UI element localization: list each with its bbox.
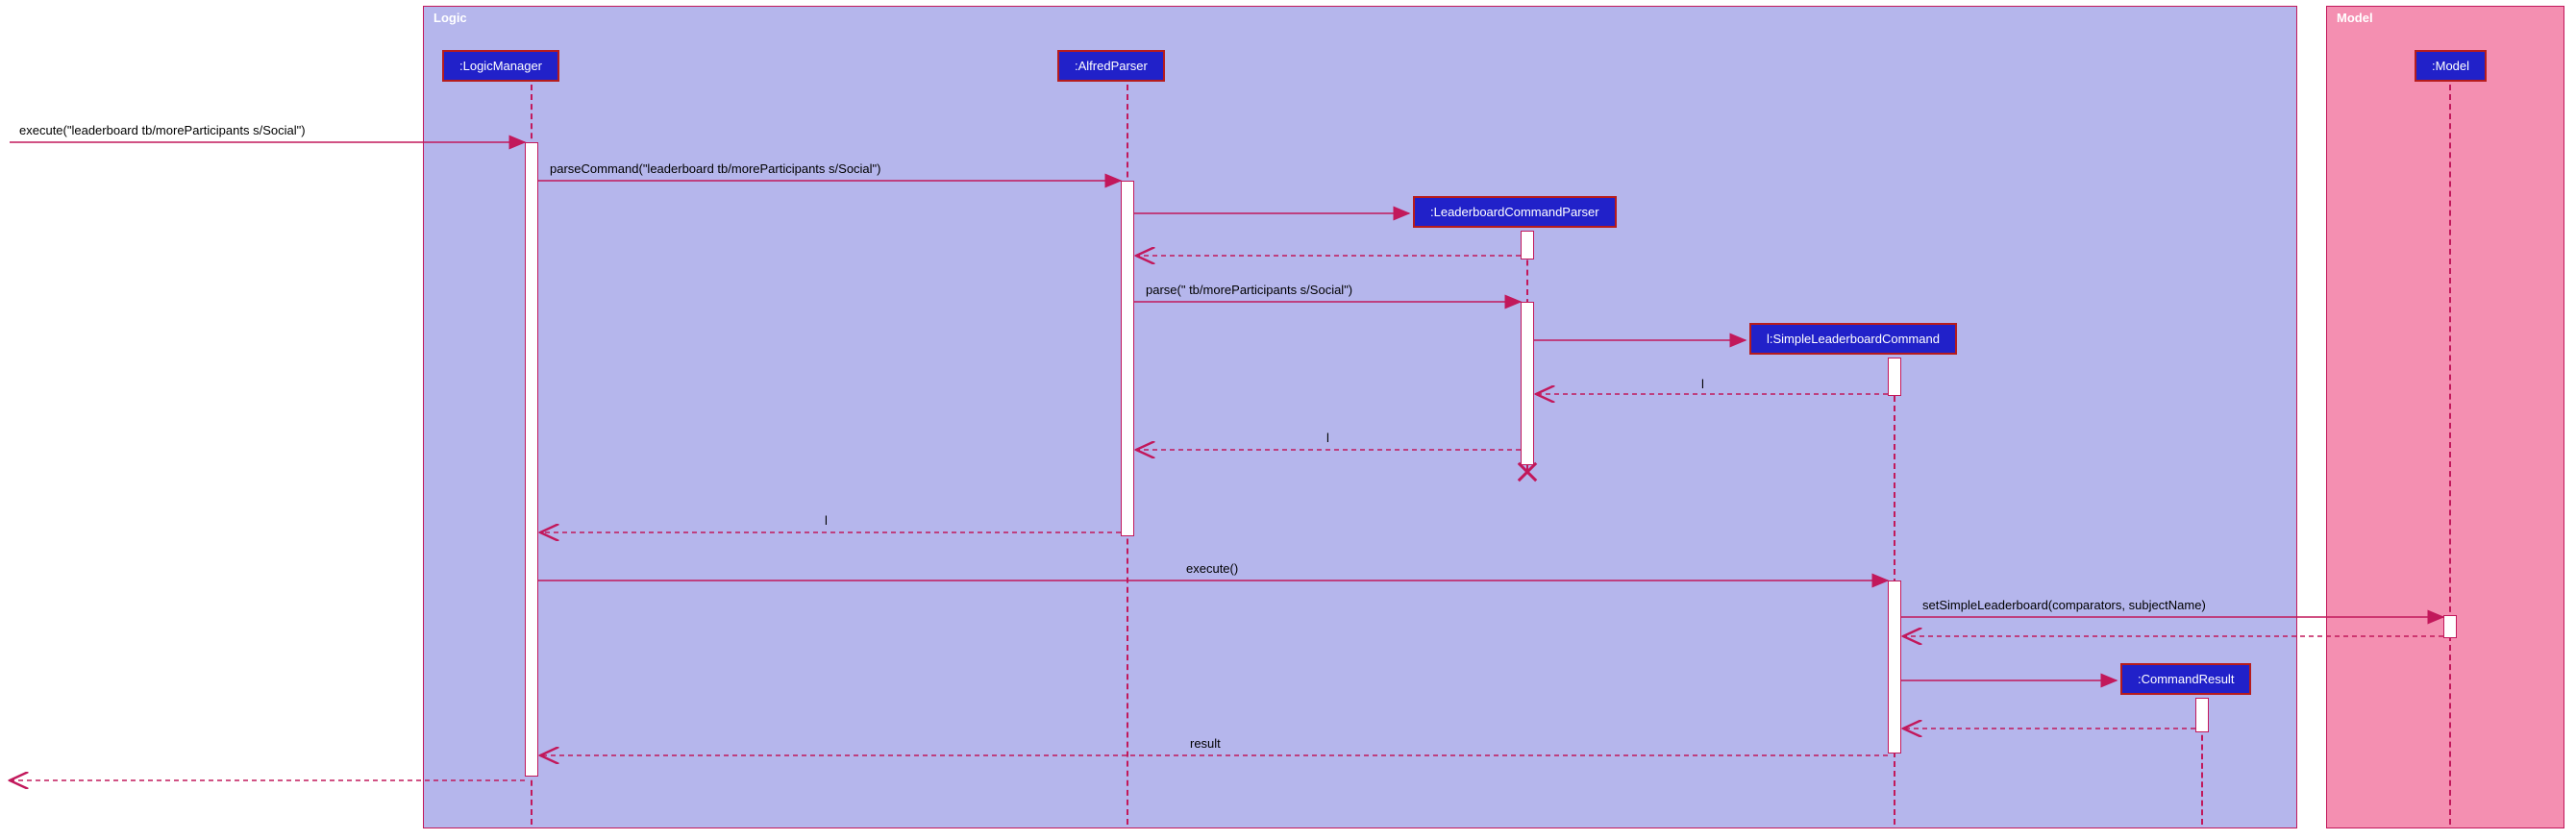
msg-ret-l1: l: [1701, 377, 1704, 391]
logic-frame-label: Logic: [424, 7, 520, 29]
msg-ret-l3: l: [825, 513, 828, 528]
activation-model: [2443, 615, 2457, 638]
participant-leaderboard-parser: :LeaderboardCommandParser: [1413, 196, 1617, 228]
activation-command-result: [2195, 698, 2209, 732]
destroy-leaderboard-parser: [1515, 459, 1540, 484]
msg-ret-l2: l: [1326, 431, 1329, 445]
activation-alfred-parser: [1121, 181, 1134, 536]
msg-execute-in: execute("leaderboard tb/moreParticipants…: [19, 123, 306, 137]
msg-parse: parse(" tb/moreParticipants s/Social"): [1146, 283, 1352, 297]
participant-logic-manager: :LogicManager: [442, 50, 559, 82]
participant-model: :Model: [2415, 50, 2487, 82]
participant-command-result: :CommandResult: [2120, 663, 2251, 695]
msg-execute-cmd: execute(): [1186, 561, 1238, 576]
activation-leaderboard-parser-2: [1521, 302, 1534, 465]
participant-alfred-parser: :AlfredParser: [1057, 50, 1165, 82]
msg-result: result: [1190, 736, 1221, 751]
activation-logic-manager: [525, 142, 538, 777]
activation-simple-command-1: [1888, 358, 1901, 396]
msg-parse-command: parseCommand("leaderboard tb/morePartici…: [550, 161, 881, 176]
activation-simple-command-2: [1888, 581, 1901, 754]
model-frame-label: Model: [2327, 7, 2423, 29]
model-frame: Model: [2326, 6, 2564, 828]
msg-set-simple: setSimpleLeaderboard(comparators, subjec…: [1922, 598, 2206, 612]
logic-frame: Logic: [423, 6, 2297, 828]
participant-simple-leaderboard-command: l:SimpleLeaderboardCommand: [1749, 323, 1957, 355]
lifeline-model: [2449, 85, 2451, 825]
activation-leaderboard-parser-1: [1521, 231, 1534, 259]
